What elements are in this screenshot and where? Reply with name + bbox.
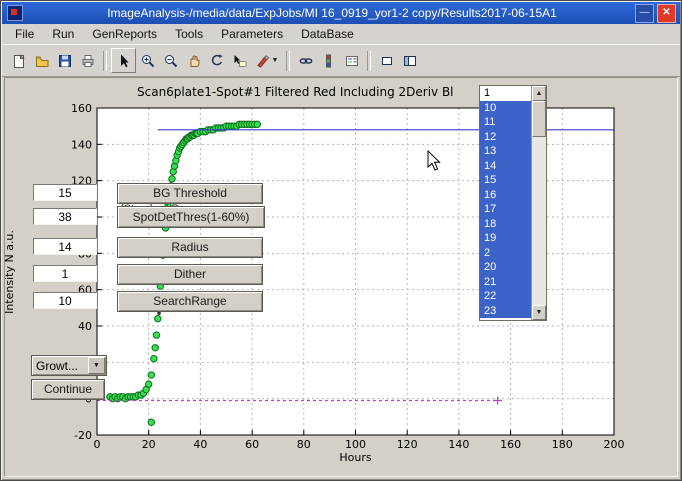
hide-plot-tools-icon[interactable] xyxy=(375,49,398,72)
spot-item[interactable]: 17 xyxy=(480,202,531,217)
spot-item[interactable]: 14 xyxy=(480,159,531,174)
dropdown-arrow-icon[interactable]: ▼ xyxy=(88,357,105,374)
spot-number-dropdown-list: 1 10 11 12 13 14 15 16 17 18 19 2 20 21 … xyxy=(479,85,547,321)
menu-genreports[interactable]: GenReports xyxy=(83,25,166,43)
toolbar-separator xyxy=(286,51,290,71)
close-button[interactable]: ✕ xyxy=(657,4,676,23)
figure-toolbar: ▼ xyxy=(2,44,680,77)
scroll-down-icon[interactable]: ▼ xyxy=(532,305,546,320)
radius-button[interactable]: Radius xyxy=(117,237,263,258)
spot-item[interactable]: 13 xyxy=(480,144,531,159)
bg-threshold-button[interactable]: BG Threshold xyxy=(117,183,263,204)
open-file-icon[interactable] xyxy=(30,49,53,72)
growth-dropdown[interactable]: Growt... ▼ xyxy=(31,355,107,376)
spot-det-thres-button[interactable]: SpotDetThres(1-60%) xyxy=(117,206,265,228)
search-range-button[interactable]: SearchRange xyxy=(117,291,263,312)
spot-item[interactable]: 12 xyxy=(480,130,531,145)
spot-item[interactable]: 10 xyxy=(480,101,531,116)
data-cursor-icon[interactable] xyxy=(228,49,251,72)
spot-det-thres-input[interactable] xyxy=(33,208,97,225)
spot-item[interactable]: 20 xyxy=(480,260,531,275)
spot-item[interactable]: 21 xyxy=(480,275,531,290)
spot-item[interactable]: 18 xyxy=(480,217,531,232)
brush-dropdown-caret[interactable]: ▼ xyxy=(272,57,279,64)
window-icon xyxy=(7,5,23,21)
scroll-up-icon[interactable]: ▲ xyxy=(532,86,546,101)
menu-file[interactable]: File xyxy=(6,25,43,43)
menu-run[interactable]: Run xyxy=(43,25,83,43)
spot-number-items: 1 10 11 12 13 14 15 16 17 18 19 2 20 21 … xyxy=(480,86,531,320)
dither-input[interactable] xyxy=(33,265,97,282)
edit-plot-icon[interactable] xyxy=(111,48,136,73)
window-title: ImageAnalysis-/media/data/ExpJobs/MI 16_… xyxy=(29,6,635,20)
menu-bar: File Run GenReports Tools Parameters Dat… xyxy=(2,24,680,44)
save-figure-icon[interactable] xyxy=(53,49,76,72)
print-figure-icon[interactable] xyxy=(76,49,99,72)
figure-canvas-panel xyxy=(4,77,678,477)
show-plot-tools-icon[interactable] xyxy=(398,49,421,72)
menu-database[interactable]: DataBase xyxy=(292,25,363,43)
menu-tools[interactable]: Tools xyxy=(166,25,212,43)
minimize-button[interactable]: — xyxy=(635,4,654,23)
radius-input[interactable] xyxy=(33,238,97,255)
growth-dropdown-label: Growt... xyxy=(32,359,88,373)
zoom-in-icon[interactable] xyxy=(136,49,159,72)
pan-hand-icon[interactable] xyxy=(182,49,205,72)
toolbar-separator xyxy=(103,51,107,71)
spot-item[interactable]: 11 xyxy=(480,115,531,130)
spot-item[interactable]: 19 xyxy=(480,231,531,246)
spot-item[interactable]: 16 xyxy=(480,188,531,203)
title-bar: ImageAnalysis-/media/data/ExpJobs/MI 16_… xyxy=(2,2,680,24)
spot-item-current[interactable]: 1 xyxy=(480,86,531,101)
new-figure-icon[interactable] xyxy=(7,49,30,72)
spot-item[interactable]: 23 xyxy=(480,304,531,319)
dither-button[interactable]: Dither xyxy=(117,264,263,285)
search-range-input[interactable] xyxy=(33,292,97,309)
continue-button[interactable]: Continue xyxy=(31,379,105,400)
toolbar-separator xyxy=(367,51,371,71)
link-plot-icon[interactable] xyxy=(294,49,317,72)
scrollbar-thumb[interactable] xyxy=(532,101,546,137)
insert-colorbar-icon[interactable] xyxy=(317,49,340,72)
spot-item[interactable]: 2 xyxy=(480,246,531,261)
spot-item[interactable]: 22 xyxy=(480,289,531,304)
insert-legend-icon[interactable] xyxy=(340,49,363,72)
spot-item[interactable]: 15 xyxy=(480,173,531,188)
bg-threshold-input[interactable] xyxy=(33,184,97,201)
scrollbar-track[interactable] xyxy=(532,101,546,305)
rotate-3d-icon[interactable] xyxy=(205,49,228,72)
zoom-out-icon[interactable] xyxy=(159,49,182,72)
brush-data-icon[interactable]: ▼ xyxy=(251,49,282,72)
dropdown-scrollbar[interactable]: ▲ ▼ xyxy=(531,86,546,320)
menu-parameters[interactable]: Parameters xyxy=(212,25,292,43)
